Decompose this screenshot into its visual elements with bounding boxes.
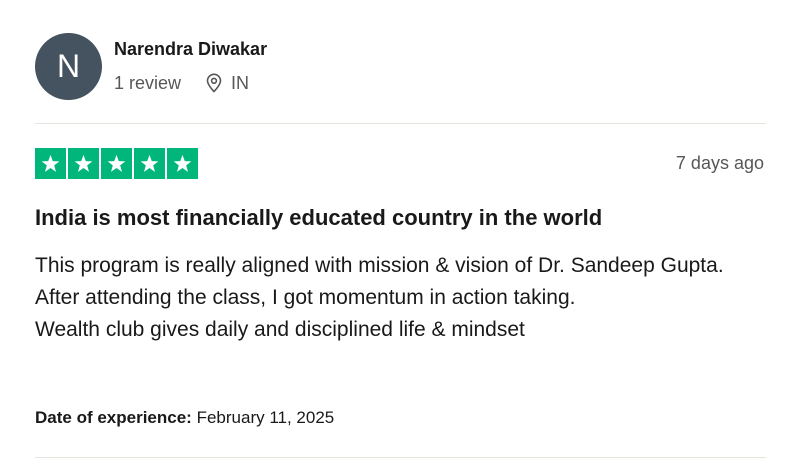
reviewer-meta: 1 review IN <box>114 72 267 94</box>
divider <box>35 457 766 458</box>
star-icon <box>35 147 66 179</box>
avatar-initial: N <box>56 47 81 84</box>
reviewer-header: N Narendra Diwakar 1 review IN <box>35 32 766 100</box>
reviewer-name[interactable]: Narendra Diwakar <box>114 38 267 60</box>
review-body-line: This program is really aligned with miss… <box>35 254 724 277</box>
review-count: 1 review <box>114 73 182 93</box>
star-icon <box>134 147 165 179</box>
date-of-experience: Date of experience: February 11, 2025 <box>35 406 334 430</box>
rating-row: 7 days ago <box>35 147 766 179</box>
experience-label: Date of experience: <box>35 408 192 427</box>
avatar[interactable]: N <box>35 32 102 100</box>
review-body-line: Wealth club gives daily and disciplined … <box>35 318 525 341</box>
star-icon <box>68 147 99 179</box>
review-card: N Narendra Diwakar 1 review IN 7 days ag… <box>35 0 766 459</box>
reviewer-location: IN <box>205 72 249 94</box>
review-title[interactable]: India is most financially educated count… <box>35 203 766 233</box>
star-icon <box>101 147 132 179</box>
country-code: IN <box>231 73 250 93</box>
star-rating <box>35 147 198 179</box>
reviewer-info: Narendra Diwakar 1 review IN <box>114 38 267 94</box>
review-body-line: After attending the class, I got momentu… <box>35 286 576 309</box>
location-pin-icon <box>205 73 223 93</box>
review-body: This program is really aligned with miss… <box>35 250 766 346</box>
star-icon <box>167 147 198 179</box>
review-date: 7 days ago <box>675 152 764 173</box>
experience-date: February 11, 2025 <box>196 408 335 427</box>
divider <box>35 123 766 124</box>
